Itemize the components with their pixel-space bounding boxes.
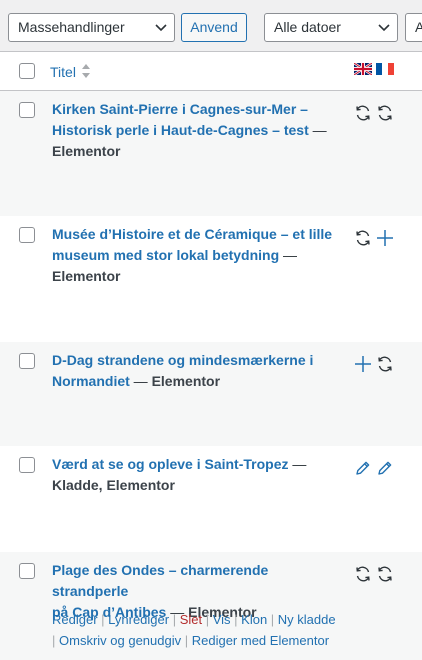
posts-table: Titel Kirken Saint-Pierre i Cagnes-sur-M…	[0, 51, 422, 660]
category-filter-value: A	[415, 19, 422, 35]
row-checkbox[interactable]	[19, 227, 35, 243]
bulk-actions-value: Massehandlinger	[18, 19, 125, 35]
title-separator: —	[129, 373, 148, 389]
clone-link[interactable]: Klon	[241, 612, 267, 627]
title-separator: —	[308, 122, 327, 138]
fr-flag-icon[interactable]	[376, 63, 394, 75]
sync-icon[interactable]	[354, 104, 372, 122]
row-actions: Rediger | Lynrediger | Slet | Vis | Klon…	[52, 612, 336, 648]
new-draft-link[interactable]: Ny kladde	[278, 612, 336, 627]
title-separator: —	[279, 247, 298, 263]
category-filter-select[interactable]: A	[405, 13, 422, 42]
row-checkbox[interactable]	[19, 102, 35, 118]
sync-icon[interactable]	[376, 355, 394, 373]
edit-link[interactable]: Rediger	[52, 612, 98, 627]
title-column-header[interactable]: Titel	[50, 64, 76, 80]
bulk-actions-select[interactable]: Massehandlinger	[8, 13, 175, 42]
sync-icon[interactable]	[354, 565, 372, 583]
table-row: D-Dag strandene og mindesmærkerne i Norma…	[0, 342, 422, 446]
title-separator: —	[288, 456, 307, 472]
trash-link[interactable]: Slet	[180, 612, 202, 627]
pencil-icon[interactable]	[376, 459, 394, 477]
quick-edit-link[interactable]: Lynrediger	[108, 612, 169, 627]
date-filter-value: Alle datoer	[274, 19, 341, 35]
table-row: Plage des Ondes – charmerende strandperl…	[0, 552, 422, 660]
apply-button[interactable]: Anvend	[181, 13, 247, 42]
table-row: Kirken Saint-Pierre i Cagnes-sur-Mer – Hi…	[0, 91, 422, 216]
pencil-icon[interactable]	[354, 459, 372, 477]
plus-icon[interactable]	[376, 229, 394, 247]
table-header: Titel	[0, 52, 422, 91]
sync-icon[interactable]	[354, 229, 372, 247]
table-row: Musée d’Histoire et de Céramique – et li…	[0, 216, 422, 342]
post-state: Elementor	[52, 268, 121, 284]
row-title: Kirken Saint-Pierre i Cagnes-sur-Mer – Hi…	[52, 99, 342, 162]
sync-icon[interactable]	[376, 565, 394, 583]
post-state: Elementor	[52, 143, 121, 159]
row-title: Musée d’Histoire et de Céramique – et li…	[52, 224, 342, 287]
row-checkbox[interactable]	[19, 563, 35, 579]
post-title-link[interactable]: Kirken Saint-Pierre i Cagnes-sur-Mer – Hi…	[52, 101, 309, 138]
row-checkbox[interactable]	[19, 457, 35, 473]
plus-icon[interactable]	[354, 355, 372, 373]
date-filter-select[interactable]: Alle datoer	[264, 13, 398, 42]
row-title: Værd at se og opleve i Saint-Tropez — Kla…	[52, 454, 342, 496]
chevron-down-icon	[155, 24, 167, 32]
rewrite-republish-link[interactable]: Omskriv og genudgiv	[59, 633, 181, 648]
row-title: D-Dag strandene og mindesmærkerne i Norma…	[52, 350, 342, 392]
tablenav-top: Massehandlinger Anvend Alle datoer A	[0, 0, 422, 50]
row-checkbox[interactable]	[19, 353, 35, 369]
post-title-link[interactable]: Værd at se og opleve i Saint-Tropez	[52, 456, 289, 472]
edit-with-elementor-link[interactable]: Rediger med Elementor	[192, 633, 329, 648]
select-all-checkbox[interactable]	[19, 63, 35, 79]
post-state: Kladde, Elementor	[52, 477, 175, 493]
table-row: Værd at se og opleve i Saint-Tropez — Kla…	[0, 446, 422, 552]
sync-icon[interactable]	[376, 104, 394, 122]
sort-icon[interactable]	[81, 63, 91, 79]
post-state: Elementor	[151, 373, 221, 389]
gb-flag-icon[interactable]	[354, 63, 372, 75]
chevron-down-icon	[378, 24, 390, 32]
view-link[interactable]: Vis	[213, 612, 231, 627]
